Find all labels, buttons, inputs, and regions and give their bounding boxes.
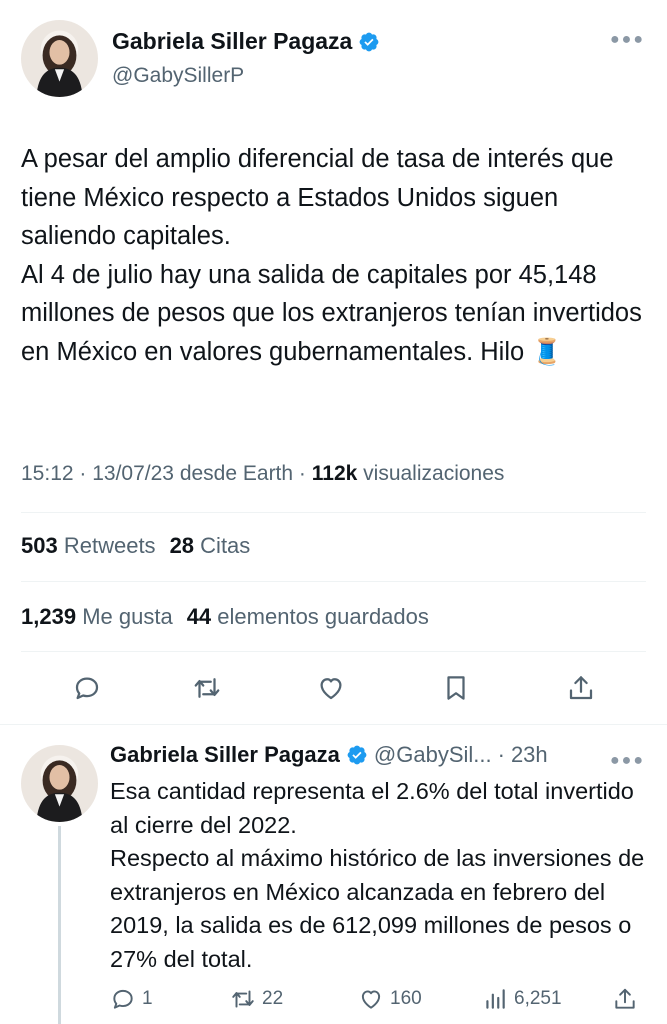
bookmarks-stat[interactable]: 44 elementos guardados <box>187 604 429 630</box>
reply-retweet-button[interactable]: 22 <box>230 986 358 1012</box>
more-icon[interactable]: ●●● <box>610 752 645 770</box>
reply-like-button[interactable]: 160 <box>358 986 482 1012</box>
retweet-count: 22 <box>262 988 284 1009</box>
retweet-button[interactable] <box>187 668 227 708</box>
reply-text: Esa cantidad representa el 2.6% del tota… <box>110 778 645 972</box>
reply-header: Gabriela Siller Pagaza @GabySil... · 23h <box>110 742 548 768</box>
reply-share-button[interactable] <box>612 986 638 1012</box>
reply-reply-button[interactable]: 1 <box>110 986 230 1012</box>
like-count: 160 <box>390 988 422 1009</box>
share-icon <box>615 988 635 1009</box>
bookmark-icon <box>447 676 465 700</box>
section-divider <box>0 724 667 725</box>
like-icon <box>361 990 381 1009</box>
verified-badge-icon <box>359 32 379 51</box>
reply-icon <box>75 677 99 700</box>
like-stats: 1,239 Me gusta 44 elementos guardados <box>21 604 429 630</box>
author-handle[interactable]: @GabySillerP <box>112 64 244 88</box>
reply-time[interactable]: 23h <box>511 742 548 768</box>
tweet-date[interactable]: 13/07/23 <box>92 462 174 485</box>
retweet-stats: 503 Retweets 28 Citas <box>21 533 250 559</box>
author-name[interactable]: Gabriela Siller Pagaza <box>112 28 380 55</box>
share-icon <box>569 676 593 700</box>
views-icon <box>486 989 505 1009</box>
divider <box>21 581 646 582</box>
tweet-actions <box>0 668 667 710</box>
likes-stat[interactable]: 1,239 Me gusta <box>21 604 173 630</box>
reply-actions: 1 22 160 6,251 <box>110 984 647 1014</box>
retweet-icon <box>232 990 254 1008</box>
divider <box>21 512 646 513</box>
divider <box>21 651 646 652</box>
bookmark-button[interactable] <box>436 668 476 708</box>
reply-count: 1 <box>142 988 153 1009</box>
retweet-icon <box>194 678 220 698</box>
tweet-text: A pesar del amplio diferencial de tasa d… <box>21 145 642 366</box>
reply-button[interactable] <box>67 668 107 708</box>
reply-author-name[interactable]: Gabriela Siller Pagaza <box>110 742 340 768</box>
retweets-stat[interactable]: 503 Retweets <box>21 533 156 559</box>
reply-author-handle[interactable]: @GabySil... <box>374 742 492 768</box>
tweet-meta: 15:12 · 13/07/23 desde Earth · 112k visu… <box>21 462 505 485</box>
verified-badge-icon <box>347 745 367 765</box>
like-icon <box>320 678 342 700</box>
reply-views-button[interactable]: 6,251 <box>482 986 612 1012</box>
share-button[interactable] <box>561 668 601 708</box>
quotes-stat[interactable]: 28 Citas <box>170 533 251 559</box>
views-count: 112k <box>311 462 358 485</box>
tweet-source: desde Earth <box>179 462 294 485</box>
views-count: 6,251 <box>514 988 562 1009</box>
like-button[interactable] <box>311 668 351 708</box>
reply-author-avatar[interactable] <box>21 745 98 822</box>
thread-line <box>58 826 61 1024</box>
views-label: visualizaciones <box>363 462 505 485</box>
reply-icon <box>113 989 133 1009</box>
author-avatar[interactable] <box>21 20 98 97</box>
more-icon[interactable]: ●●● <box>610 31 645 49</box>
tweet-time[interactable]: 15:12 <box>21 462 74 485</box>
